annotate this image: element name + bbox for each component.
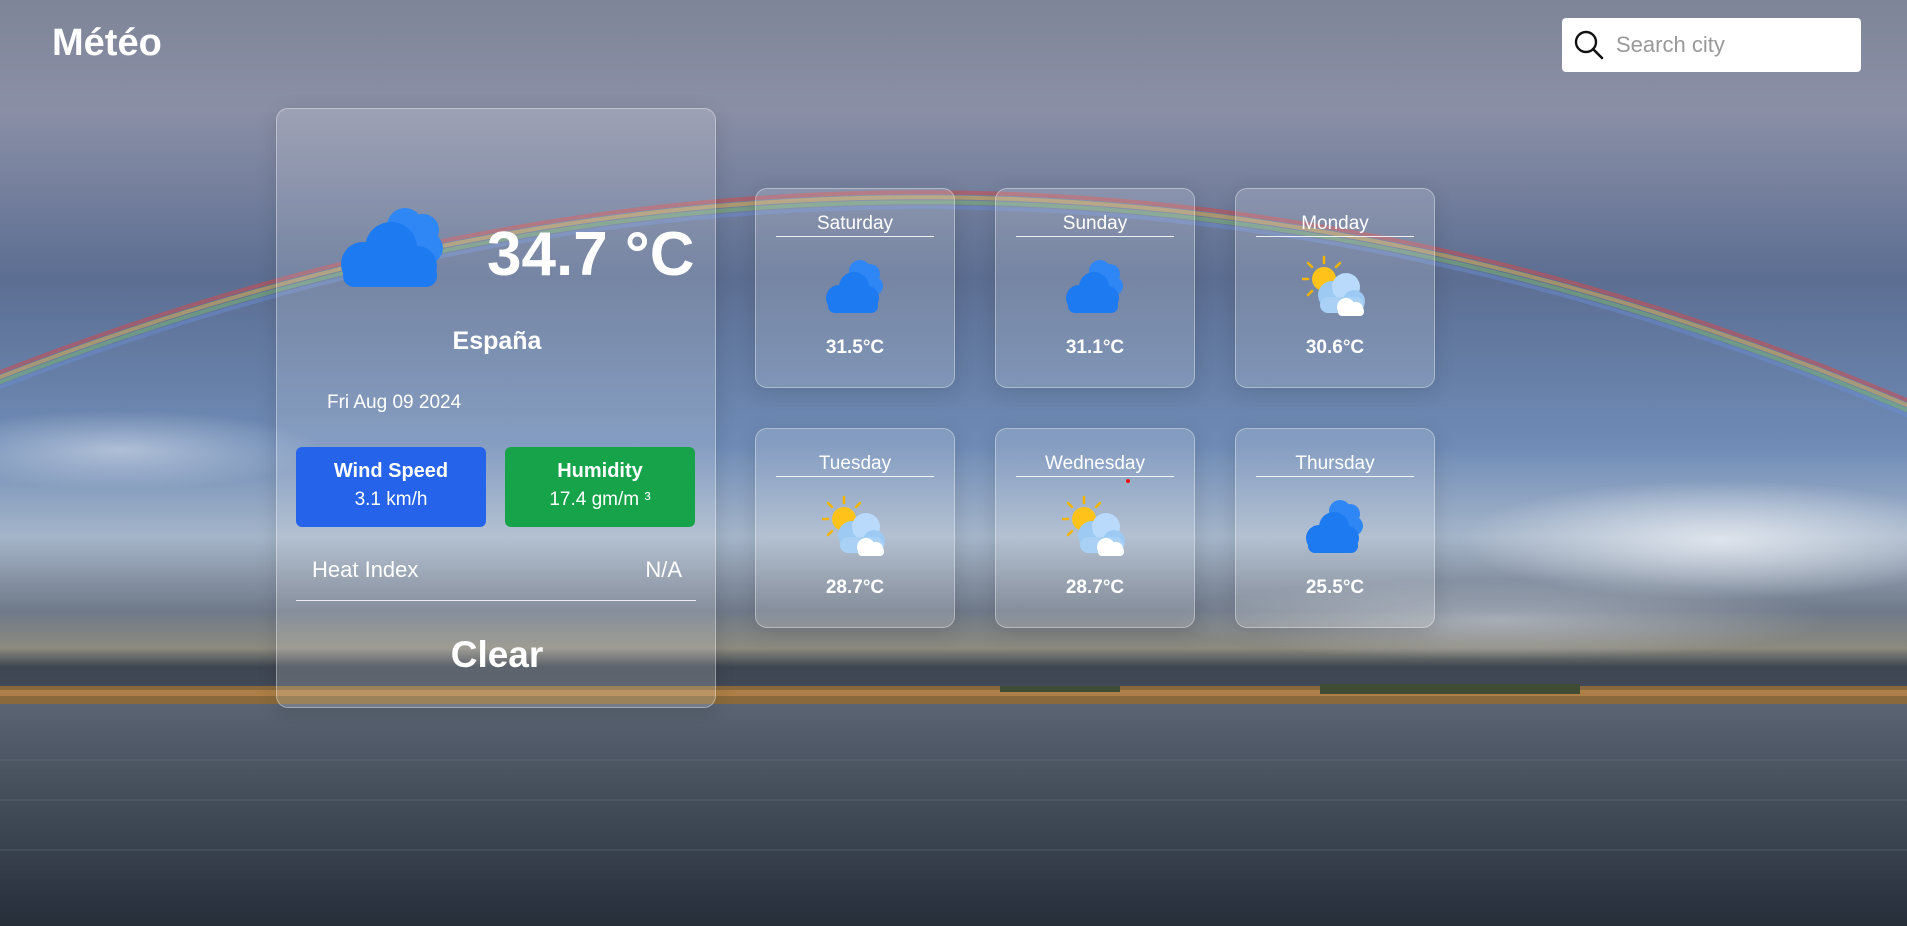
search-bar[interactable]	[1562, 18, 1861, 72]
forecast-temp: 28.7°C	[825, 577, 885, 598]
humidity-card: Humidity 17.4 gm/m ³	[505, 447, 695, 527]
search-icon[interactable]	[1572, 28, 1606, 62]
forecast-temp: 31.5°C	[825, 337, 885, 358]
forecast-temp: 31.1°C	[1065, 337, 1125, 358]
app-logo[interactable]: Météo	[52, 22, 162, 65]
weather-condition: Clear	[450, 634, 544, 675]
wind-speed-card: Wind Speed 3.1 km/h	[296, 447, 486, 527]
humidity-label: Humidity	[557, 460, 643, 482]
partly-cloudy-icon	[996, 495, 1194, 561]
heat-index-value: N/A	[645, 557, 682, 582]
forecast-day: Tuesday	[776, 453, 934, 477]
current-weather-card: 34.7 °C España Fri Aug 09 2024 Wind Spee…	[276, 108, 716, 708]
forecast-day: Monday	[1256, 213, 1414, 237]
cloud-icon	[756, 255, 954, 321]
forecast-card-thursday: Thursday 25.5°C	[1235, 428, 1435, 628]
partly-cloudy-icon	[756, 495, 954, 561]
forecast-card-sunday: Sunday 31.1°C	[995, 188, 1195, 388]
forecast-day: Saturday	[776, 213, 934, 237]
cloud-icon	[1236, 495, 1434, 561]
forecast-day: Wednesday	[1016, 453, 1174, 477]
search-input[interactable]	[1614, 31, 1848, 59]
forecast-card-saturday: Saturday 31.5°C	[755, 188, 955, 388]
wind-speed-value: 3.1 km/h	[354, 489, 428, 510]
forecast-temp: 30.6°C	[1305, 337, 1365, 358]
forecast-day: Sunday	[1016, 213, 1174, 237]
heat-index-row: Heat Index N/A	[296, 557, 696, 601]
wind-speed-label: Wind Speed	[333, 460, 449, 482]
forecast-card-monday: Monday 30.6°C	[1235, 188, 1435, 388]
forecast-day: Thursday	[1256, 453, 1414, 477]
humidity-value: 17.4 gm/m ³	[549, 489, 651, 510]
forecast-card-wednesday: Wednesday 28.7°C	[995, 428, 1195, 628]
location-name: España	[452, 327, 542, 355]
cursor-dot	[1126, 479, 1130, 483]
forecast-temp: 25.5°C	[1305, 577, 1365, 598]
partly-cloudy-icon	[1236, 255, 1434, 321]
cloud-icon	[333, 204, 453, 299]
current-temperature: 34.7 °C	[487, 220, 695, 289]
current-date: Fri Aug 09 2024	[327, 392, 462, 413]
cloud-icon	[996, 255, 1194, 321]
forecast-card-tuesday: Tuesday 28.7°C	[755, 428, 955, 628]
heat-index-label: Heat Index	[312, 557, 419, 582]
forecast-temp: 28.7°C	[1065, 577, 1125, 598]
weather-app: Météo 34.7 °C España Fri Aug 09 2024	[0, 0, 1907, 926]
